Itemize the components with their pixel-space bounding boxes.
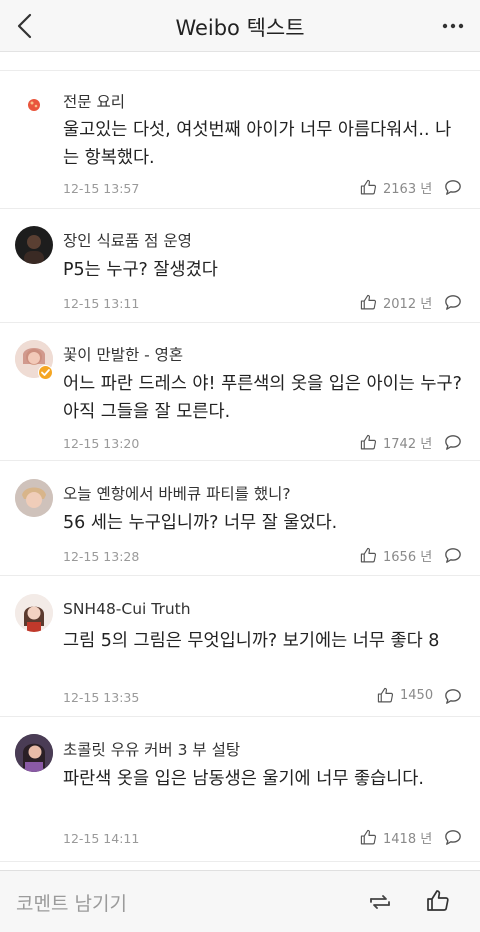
thumbs-up-icon	[360, 294, 377, 310]
comment-text: 울고있는 다섯, 여섯번째 아이가 너무 아름다워서.. 나는 항복했다.	[63, 120, 452, 168]
comment-text: 56 세는 누구입니까? 너무 잘 울었다.	[63, 513, 338, 533]
like-count: 2012 년	[383, 297, 433, 312]
comment-item: 장인 식료품 점 운영 P5는 누구? 잘생겼다 12-15 13:11 201…	[0, 209, 480, 323]
like-button[interactable]: 1418 년	[360, 828, 432, 847]
comment-text: 파란색 옷을 입은 남동생은 울기에 너무 좋습니다.	[63, 769, 424, 789]
comment-time: 12-15 14:11	[63, 831, 140, 846]
comment-item: 전문 요리 울고있는 다섯, 여섯번째 아이가 너무 아름다워서.. 나는 항복…	[0, 72, 480, 209]
avatar[interactable]	[15, 734, 53, 772]
page-title: Weibo 텍스트	[175, 16, 305, 40]
reply-icon[interactable]	[444, 179, 462, 196]
comment-item: 초콜릿 우유 커버 3 부 설탕 파란색 옷을 입은 남동생은 울기에 너무 좋…	[0, 717, 480, 862]
like-count: 1418 년	[383, 832, 433, 847]
comment-time: 12-15 13:35	[63, 690, 140, 705]
repost-icon[interactable]	[368, 891, 392, 913]
comment-text: 그림 5의 그림은 무엇입니까? 보기에는 너무 좋다 8	[63, 631, 440, 651]
nav-bar: Weibo 텍스트	[0, 0, 480, 52]
comment-input-bar: 코멘트 남기기	[0, 870, 480, 932]
avatar[interactable]	[15, 86, 53, 124]
comment-time: 12-15 13:20	[63, 436, 140, 451]
comment-username[interactable]: 초콜릿 우유 커버 3 부 설탕	[63, 738, 240, 760]
comment-item: 꽃이 만발한 - 영혼 어느 파란 드레스 야! 푸른색의 옷을 입은 아이는 …	[0, 323, 480, 461]
comment-username[interactable]: 꽃이 만발한 - 영혼	[63, 343, 183, 365]
like-count: 1450	[400, 688, 434, 703]
more-options-icon[interactable]	[440, 12, 466, 40]
comment-item: 오늘 옌항에서 바베큐 파티를 했니? 56 세는 누구입니까? 너무 잘 울었…	[0, 461, 480, 576]
avatar[interactable]	[15, 226, 53, 264]
comment-text: P5는 누구? 잘생겼다	[63, 260, 218, 280]
previous-content-edge	[0, 53, 480, 71]
reply-icon[interactable]	[444, 294, 462, 311]
comment-time: 12-15 13:28	[63, 549, 140, 564]
comment-username[interactable]: SNH48-Cui Truth	[63, 600, 191, 618]
comment-username[interactable]: 전문 요리	[63, 90, 125, 112]
avatar[interactable]	[15, 479, 53, 517]
like-button[interactable]: 1656 년	[360, 546, 432, 565]
like-button[interactable]: 2163 년	[360, 178, 432, 197]
thumbs-up-icon	[360, 547, 377, 563]
like-count: 1742 년	[383, 437, 433, 452]
reply-icon[interactable]	[444, 829, 462, 846]
comment-username[interactable]: 장인 식료품 점 운영	[63, 229, 192, 251]
comment-item: SNH48-Cui Truth 그림 5의 그림은 무엇입니까? 보기에는 너무…	[0, 576, 480, 717]
reply-icon[interactable]	[444, 547, 462, 564]
thumbs-up-icon	[360, 829, 377, 845]
like-count: 1656 년	[383, 550, 433, 565]
verified-badge-icon	[38, 365, 53, 380]
thumbs-up-icon	[360, 179, 377, 195]
thumbs-up-icon[interactable]	[426, 889, 450, 913]
comment-username[interactable]: 오늘 옌항에서 바베큐 파티를 했니?	[63, 482, 291, 504]
like-button[interactable]: 1742 년	[360, 433, 432, 452]
avatar[interactable]	[15, 594, 53, 632]
reply-icon[interactable]	[444, 688, 462, 705]
comment-time: 12-15 13:11	[63, 296, 140, 311]
like-count: 2163 년	[383, 182, 433, 197]
comment-input[interactable]: 코멘트 남기기	[16, 889, 127, 916]
like-button[interactable]: 2012 년	[360, 293, 432, 312]
comment-time: 12-15 13:57	[63, 181, 140, 196]
thumbs-up-icon	[377, 687, 394, 703]
reply-icon[interactable]	[444, 434, 462, 451]
comment-text: 어느 파란 드레스 야! 푸른색의 옷을 입은 아이는 누구? 아직 그들을 잘…	[63, 374, 462, 422]
like-button[interactable]: 1450	[377, 687, 433, 704]
thumbs-up-icon	[360, 434, 377, 450]
